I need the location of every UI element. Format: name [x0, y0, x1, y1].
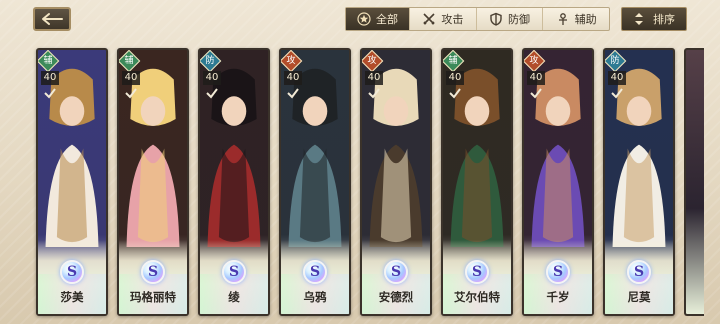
- left-arrow-icon: [42, 13, 63, 25]
- rarity-medal: S: [303, 260, 327, 284]
- star-circle-icon: [357, 12, 371, 26]
- sort-label: 排序: [653, 13, 675, 26]
- role-label: 攻: [286, 56, 296, 66]
- character-card[interactable]: 攻 40 S 千岁: [522, 48, 594, 316]
- awakening-rank-icon: [446, 86, 464, 100]
- rarity-medal: S: [141, 260, 165, 284]
- character-card[interactable]: 防 40 S 尼莫: [603, 48, 675, 316]
- level-label: 40: [203, 71, 221, 85]
- up-down-arrows-icon: [635, 13, 643, 25]
- role-filter-bar: 全部 攻击 防御 辅助: [345, 7, 610, 31]
- rarity-medal: S: [384, 260, 408, 284]
- crossed-swords-icon: [423, 13, 435, 25]
- role-label: 攻: [529, 56, 539, 66]
- character-card[interactable]: 攻 40 S 安德烈: [360, 48, 432, 316]
- awakening-rank-icon: [608, 86, 626, 100]
- shield-icon: [490, 12, 502, 26]
- character-name: 玛格丽特: [130, 290, 176, 304]
- character-name: 乌鸦: [303, 290, 327, 304]
- filter-tab-label: 攻击: [441, 13, 464, 26]
- sort-button[interactable]: 排序: [621, 7, 687, 31]
- rarity-medal: S: [465, 260, 489, 284]
- filter-tab-label: 防御: [508, 13, 530, 26]
- character-name: 千岁: [546, 290, 570, 304]
- filter-tab-label: 全部: [376, 13, 398, 26]
- back-button[interactable]: [33, 7, 71, 31]
- partial-character-card[interactable]: [684, 48, 704, 316]
- character-card[interactable]: 辅 40 S 玛格丽特: [117, 48, 189, 316]
- rarity-medal: S: [627, 260, 651, 284]
- level-label: 40: [122, 71, 140, 85]
- character-name: 安德烈: [378, 290, 414, 304]
- character-name: 莎美: [60, 290, 84, 304]
- character-card[interactable]: 攻 40 S 乌鸦: [279, 48, 351, 316]
- character-card[interactable]: 防 40 S 绫: [198, 48, 270, 316]
- character-card[interactable]: 辅 40 S 艾尔伯特: [441, 48, 513, 316]
- awakening-rank-icon: [365, 86, 383, 100]
- awakening-rank-icon: [41, 86, 59, 100]
- awakening-rank-icon: [122, 86, 140, 100]
- role-label: 防: [205, 56, 215, 66]
- character-name: 绫: [228, 290, 240, 304]
- awakening-rank-icon: [203, 86, 221, 100]
- level-label: 40: [365, 71, 383, 85]
- filter-tab-defense[interactable]: 防御: [477, 8, 544, 30]
- rarity-medal: S: [546, 260, 570, 284]
- filter-tab-all[interactable]: 全部: [346, 8, 410, 30]
- character-name: 尼莫: [627, 290, 651, 304]
- role-label: 辅: [448, 56, 458, 66]
- role-label: 辅: [43, 56, 53, 66]
- wand-icon: [558, 13, 567, 25]
- rarity-medal: S: [60, 260, 84, 284]
- filter-tab-label: 辅助: [574, 13, 597, 26]
- awakening-rank-icon: [284, 86, 302, 100]
- character-name: 艾尔伯特: [454, 290, 500, 304]
- level-label: 40: [41, 71, 59, 85]
- level-label: 40: [446, 71, 464, 85]
- filter-tab-support[interactable]: 辅助: [543, 8, 609, 30]
- awakening-rank-icon: [527, 86, 545, 100]
- filter-tab-attack[interactable]: 攻击: [410, 8, 477, 30]
- level-label: 40: [608, 71, 626, 85]
- rarity-medal: S: [222, 260, 246, 284]
- level-label: 40: [284, 71, 302, 85]
- character-card[interactable]: 辅 40 S 莎美: [36, 48, 108, 316]
- role-label: 辅: [124, 56, 134, 66]
- level-label: 40: [527, 71, 545, 85]
- role-label: 攻: [367, 56, 377, 66]
- role-label: 防: [610, 56, 620, 66]
